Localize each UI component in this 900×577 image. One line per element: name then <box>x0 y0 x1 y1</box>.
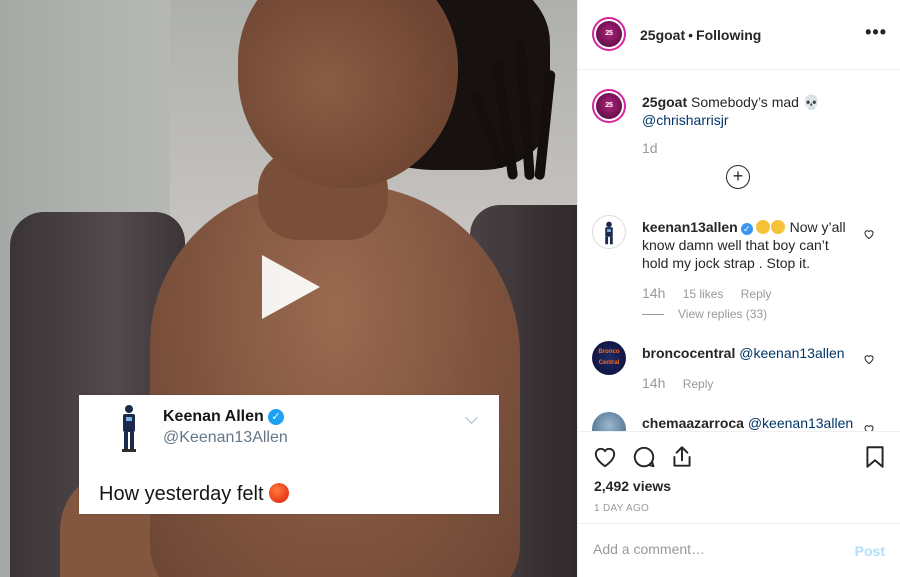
comment-username[interactable]: chemaazarroca <box>642 415 744 431</box>
comment-username[interactable]: keenan13allen <box>642 219 738 235</box>
angry-face-icon <box>268 483 289 503</box>
laughing-emoji-icon <box>770 220 785 234</box>
view-replies-button[interactable]: View replies (33) <box>642 307 781 321</box>
tweet-author-handle: @Keenan13Allen <box>163 429 288 446</box>
comments-list[interactable]: 25 GOAT 25goat Somebody’s mad 💀 @chrisha… <box>578 71 900 431</box>
comment-mention[interactable]: @keenan13allen <box>739 345 844 361</box>
comment-time: 14h <box>642 375 666 391</box>
player-avatar-icon <box>605 221 613 245</box>
caption-text: Somebody’s mad 💀 <box>691 94 821 110</box>
heart-icon[interactable] <box>863 228 875 240</box>
avatar[interactable]: 25 GOAT <box>592 17 626 63</box>
avatar-logo: 25 GOAT <box>596 93 622 135</box>
verified-icon: ✓ <box>740 223 753 235</box>
username-link[interactable]: 25goat <box>640 27 685 43</box>
comment-body: chemaazarroca @keenan13allen <box>642 414 882 431</box>
post-header: 25 GOAT 25goat • Following ••• <box>578 0 900 70</box>
comment-body: broncocentral @keenan13allen <box>642 344 852 362</box>
comment-username[interactable]: broncocentral <box>642 345 735 361</box>
post-timestamp: 1 DAY AGO <box>594 503 650 514</box>
post-media[interactable]: Keenan Allen ✓ @Keenan13Allen How yester… <box>0 0 577 577</box>
avatar-logo: Bronco Central <box>598 349 620 366</box>
caption-time: 1d <box>642 140 658 156</box>
comment-avatar[interactable] <box>592 412 626 431</box>
laughing-emoji-icon <box>755 220 770 234</box>
caption-mention[interactable]: @chrisharrisjr <box>642 112 729 128</box>
tweet-avatar <box>122 405 136 452</box>
view-replies-label: View replies (33) <box>678 307 768 321</box>
comment-body: keenan13allen ✓ Now y’all know damn well … <box>642 218 852 272</box>
play-icon[interactable] <box>262 255 320 319</box>
heart-icon[interactable] <box>863 353 875 365</box>
comment-meta: 14h Reply <box>642 375 727 391</box>
header-username: 25goat • Following <box>640 27 762 43</box>
heart-icon[interactable] <box>592 444 618 470</box>
comment-avatar[interactable]: Bronco Central <box>592 341 626 375</box>
comment-mention[interactable]: @keenan13allen <box>748 415 853 431</box>
load-more-comments-button[interactable]: + <box>726 165 750 189</box>
reply-button[interactable]: Reply <box>741 287 772 301</box>
chevron-down-icon <box>465 411 478 424</box>
child-torso <box>150 185 520 577</box>
tweet-author-name: Keenan Allen <box>163 408 264 425</box>
avatar-logo: 25 GOAT <box>596 21 622 63</box>
follow-status-button[interactable]: Following <box>696 27 761 43</box>
reply-button[interactable]: Reply <box>683 377 714 391</box>
caption-username[interactable]: 25goat <box>642 94 687 110</box>
comment-likes[interactable]: 15 likes <box>683 287 724 301</box>
post-comment-button[interactable]: Post <box>855 543 885 559</box>
post-side-panel: 25 GOAT 25goat • Following ••• 25 GOAT 25g… <box>577 0 900 577</box>
add-comment-bar: Post <box>578 523 900 577</box>
tweet-card: Keenan Allen ✓ @Keenan13Allen How yester… <box>79 395 499 514</box>
more-options-icon[interactable]: ••• <box>865 23 887 41</box>
verified-icon: ✓ <box>268 409 284 425</box>
share-icon[interactable] <box>669 444 695 470</box>
heart-icon[interactable] <box>863 423 875 431</box>
caption-avatar[interactable]: 25 GOAT <box>592 89 626 135</box>
post-actions: 2,492 views 1 DAY AGO <box>578 431 900 523</box>
view-count[interactable]: 2,492 views <box>594 478 671 494</box>
comment-icon[interactable] <box>631 444 657 470</box>
comment-meta: 14h 15 likes Reply <box>642 285 785 301</box>
comment-avatar[interactable] <box>592 215 626 249</box>
bookmark-icon[interactable] <box>862 444 888 470</box>
comment-time: 14h <box>642 285 666 301</box>
comment-input[interactable] <box>593 541 833 557</box>
post-caption: 25goat Somebody’s mad 💀 @chrisharrisjr <box>642 93 842 129</box>
divider-line <box>642 314 664 316</box>
tweet-text: How yesterday felt <box>99 483 289 506</box>
